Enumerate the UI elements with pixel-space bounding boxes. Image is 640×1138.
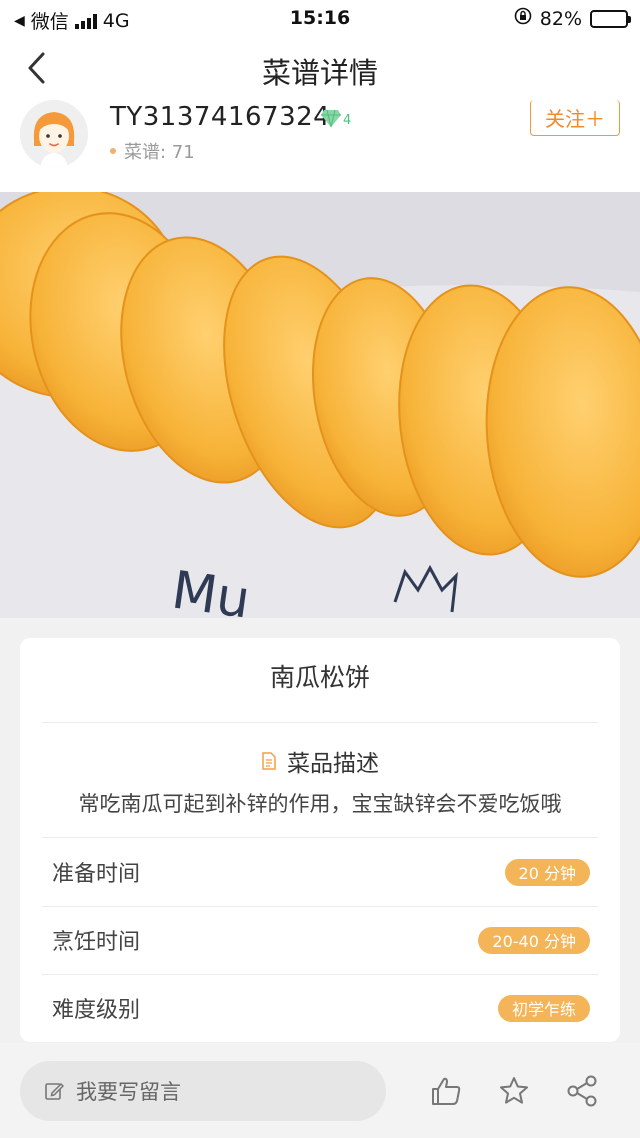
dish-name: 南瓜松饼 [269,663,370,692]
row-prep-time: 准备时间 20 分钟 [52,838,590,906]
star-icon [500,1077,528,1104]
author-username[interactable]: TY31374167324 [110,102,330,132]
status-right: 82% [514,7,631,30]
nav-header: 菜谱详情 [0,36,640,100]
comment-placeholder: 我要写留言 [76,1080,181,1104]
battery-icon [590,9,631,28]
follow-button[interactable]: 关注＋ [530,100,620,136]
comment-input[interactable]: 我要写留言 [20,1061,386,1121]
row-label: 难度级别 [52,998,141,1023]
level-number: 4 [343,113,352,128]
edit-icon [45,1082,64,1100]
level-badge: 4 [320,108,351,128]
description-heading-label: 菜品描述 [287,751,379,777]
row-value-badge: 20 分钟 [504,858,590,886]
orientation-lock-icon [514,7,532,30]
avatar[interactable] [20,100,88,168]
row-label: 烹饪时间 [52,930,141,955]
description-text: 常吃南瓜可起到补锌的作用，宝宝缺锌会不爱吃饭哦 [78,792,562,816]
dot-icon [110,148,116,154]
favorite-button[interactable] [494,1071,534,1111]
dish-photo: Mu [0,192,640,618]
row-difficulty: 难度级别 初学乍练 [52,974,590,1042]
plate-text: Mu [168,560,253,618]
share-icon [567,1075,597,1107]
document-icon [262,752,276,770]
share-button[interactable] [562,1071,602,1111]
row-label: 准备时间 [52,862,141,887]
description-heading: 菜品描述 [20,744,620,778]
recipe-card: 南瓜松饼 菜品描述 常吃南瓜可起到补锌的作用，宝宝缺锌会不爱吃饭哦 准备时间 2… [20,638,620,1042]
divider [42,722,598,723]
like-button[interactable] [426,1071,466,1111]
diamond-icon [321,109,341,128]
row-value-badge: 20-40 分钟 [478,926,590,954]
battery-percent: 82% [539,7,582,30]
recipe-count-label: 菜谱: 71 [124,142,195,163]
bottom-bar: 我要写留言 [0,1043,640,1138]
recipe-count: 菜谱: 71 [110,138,195,164]
status-bar: ◀ 微信 4G 15:16 82% [0,0,640,36]
thumbs-up-icon [432,1077,461,1105]
row-cook-time: 烹饪时间 20-40 分钟 [52,906,590,974]
page-title: 菜谱详情 [261,56,378,90]
row-value-badge: 初学乍练 [497,994,590,1022]
author-row: TY31374167324 4 菜谱: 71 关注＋ [0,100,640,192]
